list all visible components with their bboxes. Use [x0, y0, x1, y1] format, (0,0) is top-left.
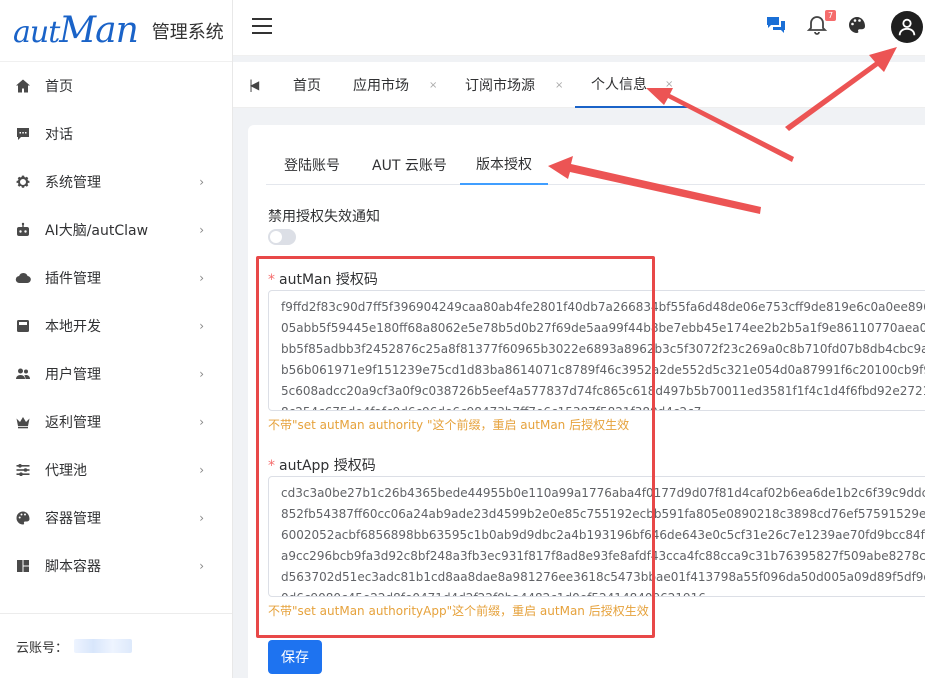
sidebar-item-label: 对话 [45, 127, 73, 143]
sidebar-item-users[interactable]: 用户管理 › [0, 350, 232, 398]
tab-close-icon[interactable]: × [429, 80, 437, 91]
home-icon [15, 78, 31, 94]
chevron-right-icon: › [199, 319, 204, 333]
crown-icon [15, 414, 31, 430]
sidebar-item-label: 系统管理 [45, 175, 101, 191]
subtab-aut-cloud-account[interactable]: AUT 云账号 [372, 145, 447, 185]
disable-notice-switch[interactable] [268, 229, 296, 245]
sidebar-item-label: 容器管理 [45, 511, 101, 527]
theme-palette-icon[interactable] [846, 14, 868, 36]
sidebar-item-script-container[interactable]: 脚本容器 › [0, 542, 232, 590]
sidebar-item-label: 脚本容器 [45, 559, 101, 575]
tabs-scroll-first-icon[interactable]: |◀ [249, 78, 259, 92]
box-icon [15, 318, 31, 334]
brand-subtitle: 管理系统 [151, 21, 224, 43]
sidebar-item-label: 用户管理 [45, 367, 101, 383]
sidebar-item-label: 本地开发 [45, 319, 101, 335]
notification-badge: 7 [825, 10, 836, 21]
sidebar-item-label: 代理池 [45, 463, 87, 479]
sidebar-item-local-dev[interactable]: 本地开发 › [0, 302, 232, 350]
subtab-login-account[interactable]: 登陆账号 [284, 145, 340, 185]
sidebar-item-label: 首页 [45, 79, 73, 95]
cloud-account-label: 云账号： [16, 640, 69, 656]
tab-home[interactable]: 首页 [293, 62, 321, 108]
chevron-right-icon: › [199, 511, 204, 525]
chevron-right-icon: › [199, 559, 204, 573]
tab-app-market[interactable]: 应用市场 × [353, 62, 437, 108]
menu-toggle-icon[interactable] [252, 18, 272, 34]
cloud-icon [15, 270, 31, 286]
save-button[interactable]: 保存 [268, 640, 322, 674]
notification-bell-icon[interactable]: 7 [806, 10, 836, 36]
profile-subtabs: 登陆账号 AUT 云账号 版本授权 [266, 145, 925, 185]
annotation-highlight-box [256, 256, 655, 638]
tab-personal-info[interactable]: 个人信息 × [575, 62, 690, 108]
logo-row: autMan 管理系统 [0, 0, 232, 62]
top-header: 7 [233, 0, 925, 56]
sidebar-item-plugins[interactable]: 插件管理 › [0, 254, 232, 302]
sidebar-item-rebate[interactable]: 返利管理 › [0, 398, 232, 446]
palette-icon [15, 510, 31, 526]
sidebar: autMan 管理系统 首页 对话 系统管理 › AI大脑/autClaw › … [0, 0, 233, 678]
chevron-right-icon: › [199, 463, 204, 477]
tab-label: 应用市场 [353, 78, 409, 94]
user-icon [898, 18, 916, 36]
sidebar-item-containers[interactable]: 容器管理 › [0, 494, 232, 542]
tab-close-icon[interactable]: × [665, 79, 673, 90]
page-tabs-bar: |◀ 首页 应用市场 × 订阅市场源 × 个人信息 × [233, 62, 925, 108]
sidebar-item-ai[interactable]: AI大脑/autClaw › [0, 206, 232, 254]
sliders-icon [15, 462, 31, 478]
messages-icon[interactable] [765, 14, 787, 36]
dashboard-icon [15, 558, 31, 574]
users-icon [15, 366, 31, 382]
brand-logo[interactable]: autMan [13, 10, 139, 51]
cloud-account-footer: 云账号： [0, 613, 232, 678]
gear-icon [15, 174, 31, 190]
chevron-right-icon: › [199, 175, 204, 189]
disable-notice-label: 禁用授权失效通知 [268, 209, 380, 225]
tab-label: 订阅市场源 [465, 78, 535, 94]
sidebar-item-label: AI大脑/autClaw [45, 223, 149, 239]
sidebar-item-system[interactable]: 系统管理 › [0, 158, 232, 206]
sidebar-item-label: 插件管理 [45, 271, 101, 287]
chevron-right-icon: › [199, 223, 204, 237]
chat-icon [15, 126, 31, 142]
robot-icon [15, 222, 31, 238]
sidebar-item-label: 返利管理 [45, 415, 101, 431]
chevron-right-icon: › [199, 415, 204, 429]
tab-subscription-source[interactable]: 订阅市场源 × [465, 62, 563, 108]
cloud-account-value-redacted [74, 639, 133, 653]
sidebar-item-home[interactable]: 首页 [0, 62, 232, 110]
user-avatar[interactable] [891, 11, 923, 43]
sidebar-item-proxy-pool[interactable]: 代理池 › [0, 446, 232, 494]
sidebar-item-chat[interactable]: 对话 [0, 110, 232, 158]
sidebar-menu: 首页 对话 系统管理 › AI大脑/autClaw › 插件管理 › 本地开发 … [0, 62, 232, 590]
tab-label: 个人信息 [591, 77, 647, 93]
chevron-right-icon: › [199, 271, 204, 285]
chevron-right-icon: › [199, 367, 204, 381]
tab-label: 首页 [293, 78, 321, 94]
subtab-version-license[interactable]: 版本授权 [460, 145, 548, 185]
tab-close-icon[interactable]: × [555, 80, 563, 91]
